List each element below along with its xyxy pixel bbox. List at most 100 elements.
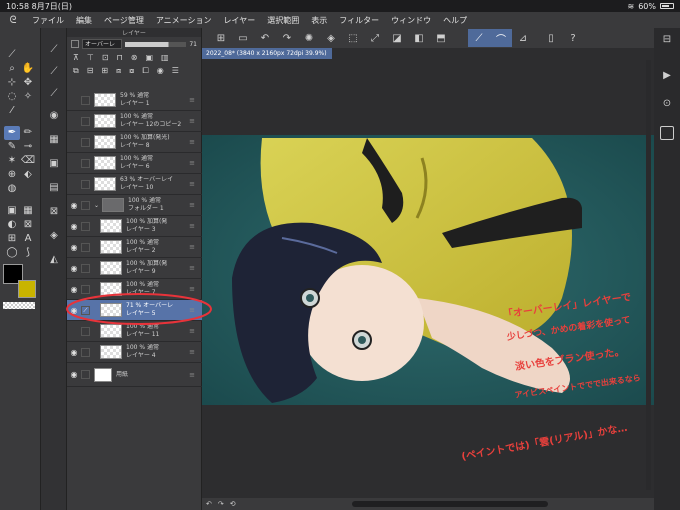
opacity-slider[interactable] [125, 41, 187, 47]
new-folder-icon[interactable]: ⊞ [101, 66, 108, 75]
drag-handle-icon[interactable]: ≡ [189, 327, 195, 335]
palette-toggle-icon[interactable]: ⊟ [660, 34, 674, 48]
horizontal-scrollbar[interactable] [352, 501, 548, 507]
eyedropper-icon[interactable]: ⁄ [4, 104, 20, 118]
menu-view[interactable]: 表示 [305, 15, 333, 26]
layer-row[interactable]: ◉ 用紙 ≡ [67, 363, 203, 387]
blend-icon[interactable]: ⊕ [4, 168, 20, 182]
new-vector-icon[interactable]: ⊟ [87, 66, 94, 75]
layer-toggle-icon[interactable] [660, 126, 674, 140]
canvas-area[interactable]: 2022_08* (3840 x 2160px 72dpi 39.9%) 「オー… [202, 48, 654, 498]
layer-row[interactable]: 100 % 通常 レイヤー 12のコピー2 ≡ [67, 111, 203, 132]
share-icon[interactable]: ⊙ [660, 98, 674, 112]
fill-bucket-icon[interactable]: ⬖ [20, 168, 36, 182]
layer-row[interactable]: 100 % 加算(発光) レイヤー 8 ≡ [67, 132, 203, 153]
visibility-eye-icon[interactable]: ◉ [67, 201, 81, 210]
blend-mode-select[interactable]: オーバーレ [82, 39, 122, 49]
app-logo-icon[interactable]: ᘓ [0, 15, 26, 26]
layer-row[interactable]: ◉ 100 % 通常 レイヤー 2 ≡ [67, 237, 203, 258]
text-tool-icon[interactable]: A [20, 232, 36, 246]
drag-handle-icon[interactable]: ≡ [189, 159, 195, 167]
intermediate-color-icon[interactable]: ▣ [46, 156, 62, 172]
visibility-eye-icon[interactable]: ◉ [67, 306, 81, 315]
layer-lock-icon[interactable] [81, 200, 90, 210]
menu-selection[interactable]: 選択範囲 [261, 15, 305, 26]
color-history-icon[interactable]: ▤ [46, 180, 62, 196]
drag-handle-icon[interactable]: ≡ [189, 201, 195, 209]
mask-icon[interactable]: ▣ [145, 53, 153, 62]
pen-edit-icon[interactable]: ⟋ [81, 305, 90, 315]
line-snap-icon[interactable]: ⊿ [512, 29, 534, 47]
layer-lock-icon[interactable] [81, 263, 90, 273]
zoom-icon[interactable]: ⌕ [4, 62, 20, 76]
layer-row[interactable]: 63 % オーバーレイ レイヤー 10 ≡ [67, 174, 203, 195]
menu-file[interactable]: ファイル [26, 15, 70, 26]
airbrush-icon[interactable]: ⊸ [20, 140, 36, 154]
ruler-icon[interactable]: ⊠ [20, 218, 36, 232]
sub-tool-detail-icon[interactable]: ⟋ [46, 64, 62, 80]
color-wheel-icon[interactable]: ◉ [46, 108, 62, 124]
menu-page[interactable]: ページ管理 [98, 15, 150, 26]
transform-icon[interactable]: ⤢ [364, 29, 386, 47]
menu-filter[interactable]: フィルター [333, 15, 385, 26]
delete-layer-icon[interactable]: ⧠ [142, 66, 148, 76]
folder-chevron-icon[interactable]: ⌄ [94, 202, 102, 209]
decoration-icon[interactable]: ✶ [4, 154, 20, 168]
gradient-icon[interactable]: ▣ [4, 204, 20, 218]
lasso-icon[interactable]: ◌ [4, 90, 20, 104]
drag-handle-icon[interactable]: ≡ [189, 222, 195, 230]
menu-edit[interactable]: 編集 [70, 15, 98, 26]
text-icon[interactable]: ⊞ [4, 232, 20, 246]
menu-layer[interactable]: レイヤー [218, 15, 262, 26]
sub-color-swatch[interactable] [18, 280, 36, 298]
transparent-color-swatch[interactable] [3, 302, 35, 309]
loading-icon[interactable]: ✺ [298, 29, 320, 47]
selection-icon[interactable]: ⬚ [342, 29, 364, 47]
menu-window[interactable]: ウィンドウ [385, 15, 437, 26]
layer-lock-icon[interactable] [81, 179, 90, 189]
drag-handle-icon[interactable]: ≡ [189, 117, 195, 125]
rotate-right-icon[interactable]: ↷ [218, 500, 224, 508]
eraser-icon[interactable]: ⌫ [20, 154, 36, 168]
lock-icon[interactable]: ⊓ [117, 53, 123, 62]
menu-animation[interactable]: アニメーション [150, 15, 218, 26]
drag-handle-icon[interactable]: ≡ [189, 348, 195, 356]
visibility-eye-icon[interactable]: ◉ [67, 348, 81, 357]
sub-tool-pen-icon[interactable]: ⟋ [46, 86, 62, 102]
layer-property-icon[interactable]: ◭ [46, 252, 62, 268]
correct-line-icon[interactable]: ⟆ [20, 246, 36, 260]
layer-color-icon[interactable] [71, 40, 79, 48]
move-icon[interactable]: ✥ [20, 76, 36, 90]
mask-enable-icon[interactable]: ▥ [161, 53, 169, 62]
layer-lock-icon[interactable] [81, 95, 90, 105]
new-raster-icon[interactable]: ⧉ [73, 66, 79, 76]
navigator-icon[interactable]: ⊠ [46, 204, 62, 220]
visibility-eye-icon[interactable]: ◉ [67, 243, 81, 252]
rotate-left-icon[interactable]: ↶ [206, 500, 212, 508]
menu-help[interactable]: ヘルプ [437, 15, 473, 26]
curve-snap-icon[interactable]: ⌒ [490, 29, 512, 47]
draft-icon[interactable]: ⊡ [102, 53, 109, 62]
layer-palette-icon[interactable]: ◈ [46, 228, 62, 244]
layer-lock-icon[interactable] [81, 137, 90, 147]
deselect-icon[interactable]: ◪ [386, 29, 408, 47]
clip-icon[interactable]: ⊼ [73, 53, 79, 62]
drag-handle-icon[interactable]: ≡ [189, 96, 195, 104]
layer-lock-icon[interactable] [81, 347, 90, 357]
layer-row[interactable]: ◉ 100 % 通常 レイヤー 4 ≡ [67, 342, 203, 363]
brush-menu-icon[interactable]: ⟋ [4, 48, 20, 62]
layer-lock-icon[interactable] [81, 242, 90, 252]
color-set-icon[interactable]: ▦ [46, 132, 62, 148]
ruler-snap-icon[interactable]: ⟋ [468, 29, 490, 47]
layer-row[interactable]: 100 % 通常 レイヤー 6 ≡ [67, 153, 203, 174]
layer-lock-icon[interactable] [81, 326, 90, 336]
reference-icon[interactable]: ⊤ [87, 53, 94, 62]
undo-icon[interactable]: ↶ [254, 29, 276, 47]
save-icon[interactable]: ⊞ [210, 29, 232, 47]
shape-icon[interactable]: ⬒ [430, 29, 452, 47]
wand-icon[interactable]: ✧ [20, 90, 36, 104]
visibility-eye-icon[interactable]: ◉ [67, 285, 81, 294]
help-icon[interactable]: ? [562, 29, 584, 47]
layer-row[interactable]: ◉ ⟋ 71 % オーバーレ レイヤー 5 ≡ [67, 300, 203, 321]
layer-lock-icon[interactable] [81, 221, 90, 231]
